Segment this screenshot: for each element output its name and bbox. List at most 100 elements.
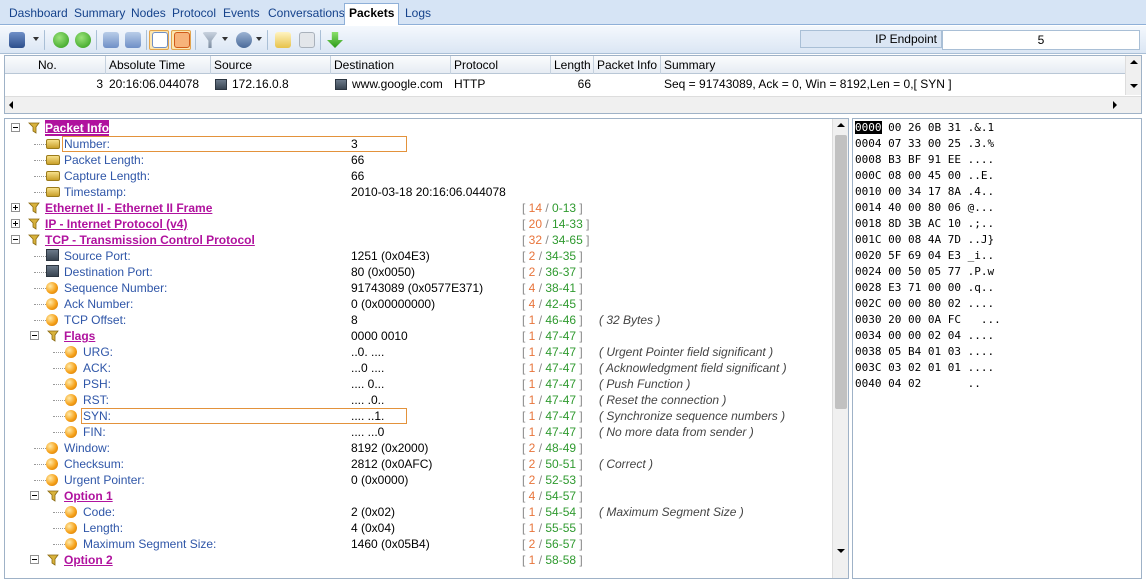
filter-menu-button[interactable] [199,30,229,50]
scroll-down-icon[interactable] [837,549,845,553]
hex-bytes[interactable]: 05 B4 01 03 [888,345,961,358]
tree-label[interactable]: Capture Length: [64,168,150,184]
hex-row[interactable]: 002C 00 00 80 02 .... [855,296,994,312]
hex-bytes[interactable]: E3 71 00 00 [888,281,961,294]
tree-field[interactable]: SYN: .... ..1. [ 1 / 47-47 ] ( Synchronize … [5,408,833,424]
decode-menu-button[interactable] [233,30,263,50]
save-menu-button[interactable] [6,30,40,50]
tree-field[interactable]: FIN: .... ...0 [ 1 / 47-47 ] ( No more data… [5,424,833,440]
hex-row[interactable]: 0028 E3 71 00 00 .q.. [855,280,994,296]
tree-field[interactable]: Sequence Number: 91743089 (0x0577E371) [ 4… [5,280,833,296]
hex-row[interactable]: 0020 5F 69 04 E3 _i.. [855,248,994,264]
tree-label[interactable]: Window: [64,440,110,456]
collapse-icon[interactable] [30,491,39,500]
tree-field[interactable]: Window: 8192 (0x2000) [ 2 / 48-49 ] [5,440,833,456]
tree-label[interactable]: Packet Info [45,120,110,136]
scroll-down-icon[interactable] [1130,84,1138,88]
hex-bytes[interactable]: 07 33 00 25 [888,137,961,150]
hex-row[interactable]: 0010 00 34 17 8A .4.. [855,184,994,200]
tree-field[interactable]: URG: ..0. .... [ 1 / 47-47 ] ( Urgent Point… [5,344,833,360]
show-hex-toggle[interactable] [171,30,191,50]
hex-row[interactable]: 0008 B3 BF 91 EE .... [855,152,994,168]
column-header[interactable]: Length [551,56,594,74]
table-row[interactable]: 3 20:16:06.044078 172.16.0.8 www.google.com… [5,75,1127,94]
tree-node[interactable]: Option 1 [ 4 / 54-57 ] [5,488,833,504]
hex-row[interactable]: 0030 20 00 0A FC ... [855,312,1001,328]
tree-label[interactable]: Number: [64,136,110,152]
tree-field[interactable]: Capture Length: 66 [5,168,833,184]
tab-protocol[interactable]: Protocol [168,4,220,24]
tab-nodes[interactable]: Nodes [127,4,170,24]
hex-bytes[interactable]: 00 00 80 02 [888,297,961,310]
tree-label[interactable]: RST: [83,392,109,408]
tree-label[interactable]: Ethernet II - Ethernet II Frame [45,200,212,216]
tree-label[interactable]: PSH: [83,376,111,392]
tree-node[interactable]: Flags 0000 0010 [ 1 / 47-47 ] [5,328,833,344]
collapse-icon[interactable] [11,123,20,132]
hex-bytes[interactable]: B3 BF 91 EE [888,153,961,166]
hex-row[interactable]: 0024 00 50 05 77 .P.w [855,264,994,280]
hex-row[interactable]: 000C 08 00 45 00 ..E. [855,168,994,184]
tree-field[interactable]: Packet Length: 66 [5,152,833,168]
hex-bytes[interactable]: 00 26 0B 31 [888,121,961,134]
hex-bytes[interactable]: 00 50 05 77 [888,265,961,278]
tree-field[interactable]: Ack Number: 0 (0x00000000) [ 4 / 42-45 ] [5,296,833,312]
tab-summary[interactable]: Summary [70,4,129,24]
edit-button[interactable] [272,30,292,50]
hex-bytes[interactable]: 00 34 17 8A [888,185,961,198]
show-tree-toggle[interactable] [149,30,169,50]
hex-row[interactable]: 0000 00 26 0B 31 .&.1 [855,120,994,136]
hex-row[interactable]: 003C 03 02 01 01 .... [855,360,994,376]
back-button[interactable] [50,30,70,50]
tab-events[interactable]: Events [219,4,264,24]
hex-bytes[interactable]: 8D 3B AC 10 [888,217,961,230]
tree-label[interactable]: Destination Port: [64,264,153,280]
tree-node[interactable]: IP - Internet Protocol (v4) [ 20 / 14-33 … [5,216,833,232]
hex-bytes[interactable]: 08 00 45 00 [888,169,961,182]
column-header[interactable]: Absolute Time [106,56,211,74]
column-header[interactable]: Summary [661,56,1127,74]
tree-field[interactable]: Destination Port: 80 (0x0050) [ 2 / 36-37 … [5,264,833,280]
tree-label[interactable]: TCP Offset: [64,312,126,328]
scroll-left-icon[interactable] [9,101,13,109]
tree-vertical-scrollbar[interactable] [832,119,848,578]
tree-field[interactable]: Maximum Segment Size: 1460 (0x05B4) [ 2 / … [5,536,833,552]
packet-list-vertical-scrollbar[interactable] [1125,56,1141,95]
expand-icon[interactable] [11,203,20,212]
scroll-up-icon[interactable] [1130,60,1138,64]
column-header[interactable]: Packet Info [594,56,661,74]
collapse-icon[interactable] [30,555,39,564]
column-header[interactable]: No. [35,56,106,74]
tree-field[interactable]: Length: 4 (0x04) [ 1 / 55-55 ] [5,520,833,536]
hex-bytes[interactable]: 00 08 4A 7D [888,233,961,246]
clear-button[interactable] [296,30,316,50]
collapse-icon[interactable] [11,235,20,244]
hex-bytes[interactable]: 20 00 0A FC [888,313,961,326]
layout-horizontal-button[interactable] [100,30,120,50]
hex-row[interactable]: 0038 05 B4 01 03 .... [855,344,994,360]
column-header[interactable]: Source [211,56,331,74]
tree-field[interactable]: ACK: ...0 .... [ 1 / 47-47 ] ( Acknowledgme… [5,360,833,376]
tree-node[interactable]: Option 2 [ 1 / 58-58 ] [5,552,833,568]
tree-field[interactable]: Timestamp: 2010-03-18 20:16:06.044078 [5,184,833,200]
hex-bytes[interactable]: 40 00 80 06 [888,201,961,214]
hex-bytes[interactable]: 5F 69 04 E3 [888,249,961,262]
tree-label[interactable]: Flags [64,328,95,344]
scroll-thumb[interactable] [835,135,847,409]
tree-node[interactable]: TCP - Transmission Control Protocol [ 32 … [5,232,833,248]
expand-icon[interactable] [11,219,20,228]
hex-bytes[interactable]: 03 02 01 01 [888,361,961,374]
packet-list-horizontal-scrollbar[interactable] [5,96,1141,113]
tree-label[interactable]: Checksum: [64,456,124,472]
tree-label[interactable]: TCP - Transmission Control Protocol [45,232,255,248]
tree-field[interactable]: Source Port: 1251 (0x04E3) [ 2 / 34-35 ] [5,248,833,264]
tab-conversations[interactable]: Conversations [264,4,349,24]
layout-vertical-button[interactable] [122,30,142,50]
tree-label[interactable]: FIN: [83,424,106,440]
tab-logs[interactable]: Logs [401,4,435,24]
tab-packets[interactable]: Packets [344,3,400,25]
ip-endpoint-value[interactable]: 5 [942,30,1140,50]
forward-button[interactable] [72,30,92,50]
hex-bytes[interactable]: 04 02 [888,377,961,390]
tree-node[interactable]: Packet Info [5,120,833,136]
